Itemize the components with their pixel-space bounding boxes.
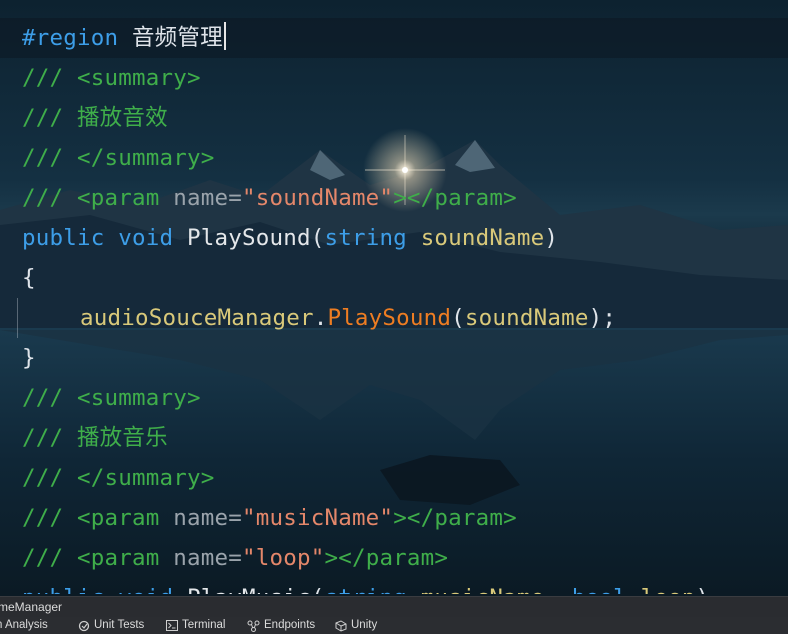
code-token: ></param> <box>393 505 517 531</box>
code-token: name= <box>173 505 242 531</box>
code-token: "musicName" <box>241 505 394 531</box>
endpoints-icon <box>247 620 260 632</box>
code-line[interactable]: /// 播放音效 <box>0 98 788 138</box>
code-token: musicName <box>421 585 545 594</box>
terminal-icon <box>166 620 178 631</box>
code-token: /// <box>22 545 77 571</box>
code-line[interactable]: /// 播放音乐 <box>0 418 788 458</box>
tool-endpoints[interactable]: Endpoints <box>247 617 315 634</box>
code-token: /// <box>22 385 77 411</box>
code-token: loop <box>641 585 696 594</box>
file-status-bar: meManager <box>0 596 788 617</box>
code-token: soundName <box>420 225 545 251</box>
code-token: ( <box>310 225 325 251</box>
code-token: ( <box>311 585 325 594</box>
code-token: ); <box>588 305 617 331</box>
code-token: /// <box>22 505 77 531</box>
code-token: , <box>544 585 572 594</box>
endpoints-label: Endpoints <box>264 619 316 631</box>
unity-icon <box>335 619 347 632</box>
code-token: "soundName" <box>241 185 394 211</box>
text-cursor <box>223 22 226 50</box>
code-line[interactable]: audioSouceManager.PlaySound(soundName); <box>0 298 788 338</box>
code-token: name= <box>173 185 242 211</box>
code-line[interactable]: #region 音频管理 <box>0 18 788 58</box>
bottom-tool-bar: n Analysis Unit Tests Terminal Endpoints… <box>0 617 788 634</box>
code-token: void <box>118 225 174 251</box>
code-token: { <box>22 265 36 291</box>
code-line[interactable]: /// </summary> <box>0 458 788 498</box>
code-token: /// 播放音乐 <box>22 425 168 451</box>
code-token: ></param> <box>324 545 449 571</box>
code-token: PlaySound <box>327 305 452 331</box>
code-token: #region <box>22 25 119 51</box>
unit-tests-icon <box>78 620 90 631</box>
code-line[interactable]: /// <param name="musicName"></param> <box>0 498 788 538</box>
analysis-label: n Analysis <box>0 619 48 631</box>
unit-tests-label: Unit Tests <box>94 619 145 631</box>
code-token: </summary> <box>77 465 215 491</box>
code-token: soundName <box>464 305 589 331</box>
code-token: string <box>324 585 406 594</box>
code-token: string <box>324 225 407 251</box>
code-token: "loop" <box>241 545 325 571</box>
code-token: . <box>313 305 328 331</box>
code-token: ( <box>451 305 465 331</box>
indent-guide <box>17 298 18 338</box>
tool-unity[interactable]: Unity <box>335 617 377 634</box>
tool-analysis[interactable]: n Analysis <box>0 617 48 634</box>
code-line[interactable]: /// </summary> <box>0 138 788 178</box>
code-token: ) <box>544 225 559 251</box>
code-token: <param <box>77 545 174 571</box>
code-token: public <box>22 585 104 594</box>
code-token: <param <box>77 505 174 531</box>
code-token: <param <box>77 185 174 211</box>
code-token: bool <box>572 585 627 594</box>
active-file-label: meManager <box>0 600 63 614</box>
code-line[interactable]: } <box>0 338 788 378</box>
code-line[interactable]: /// <param name="loop"></param> <box>0 538 788 578</box>
code-token: /// 播放音效 <box>22 105 168 131</box>
code-line[interactable]: /// <param name="soundName"></param> <box>0 178 788 218</box>
code-line[interactable]: public void PlaySound(string soundName) <box>0 218 788 258</box>
code-token: /// <box>22 185 77 211</box>
code-line[interactable]: /// <summary> <box>0 58 788 98</box>
code-token: ) <box>696 585 710 594</box>
code-token: public <box>22 225 105 251</box>
code-token: <summary> <box>77 65 201 91</box>
code-token: void <box>118 585 173 594</box>
code-token: name= <box>173 545 242 571</box>
code-token: </summary> <box>77 145 215 171</box>
code-line[interactable]: /// <summary> <box>0 378 788 418</box>
code-token: audioSouceManager <box>80 305 314 331</box>
code-line[interactable]: public void PlayMusic(string musicName, … <box>0 578 788 594</box>
tool-unit-tests[interactable]: Unit Tests <box>78 617 144 634</box>
code-token: <summary> <box>77 385 201 411</box>
code-token: /// <box>22 465 77 491</box>
code-token: /// <box>22 145 77 171</box>
code-editor[interactable]: #region 音频管理/// <summary>/// 播放音效/// </s… <box>0 18 788 594</box>
code-line[interactable]: { <box>0 258 788 298</box>
code-token: ></param> <box>393 185 517 211</box>
code-token: /// <box>22 65 77 91</box>
unity-label: Unity <box>351 619 378 631</box>
code-token: 音频管理 <box>118 25 223 51</box>
tool-terminal[interactable]: Terminal <box>166 617 225 634</box>
terminal-label: Terminal <box>182 619 226 631</box>
code-token: } <box>22 345 36 371</box>
code-token: PlaySound <box>186 225 311 251</box>
code-token: PlayMusic <box>187 585 311 594</box>
